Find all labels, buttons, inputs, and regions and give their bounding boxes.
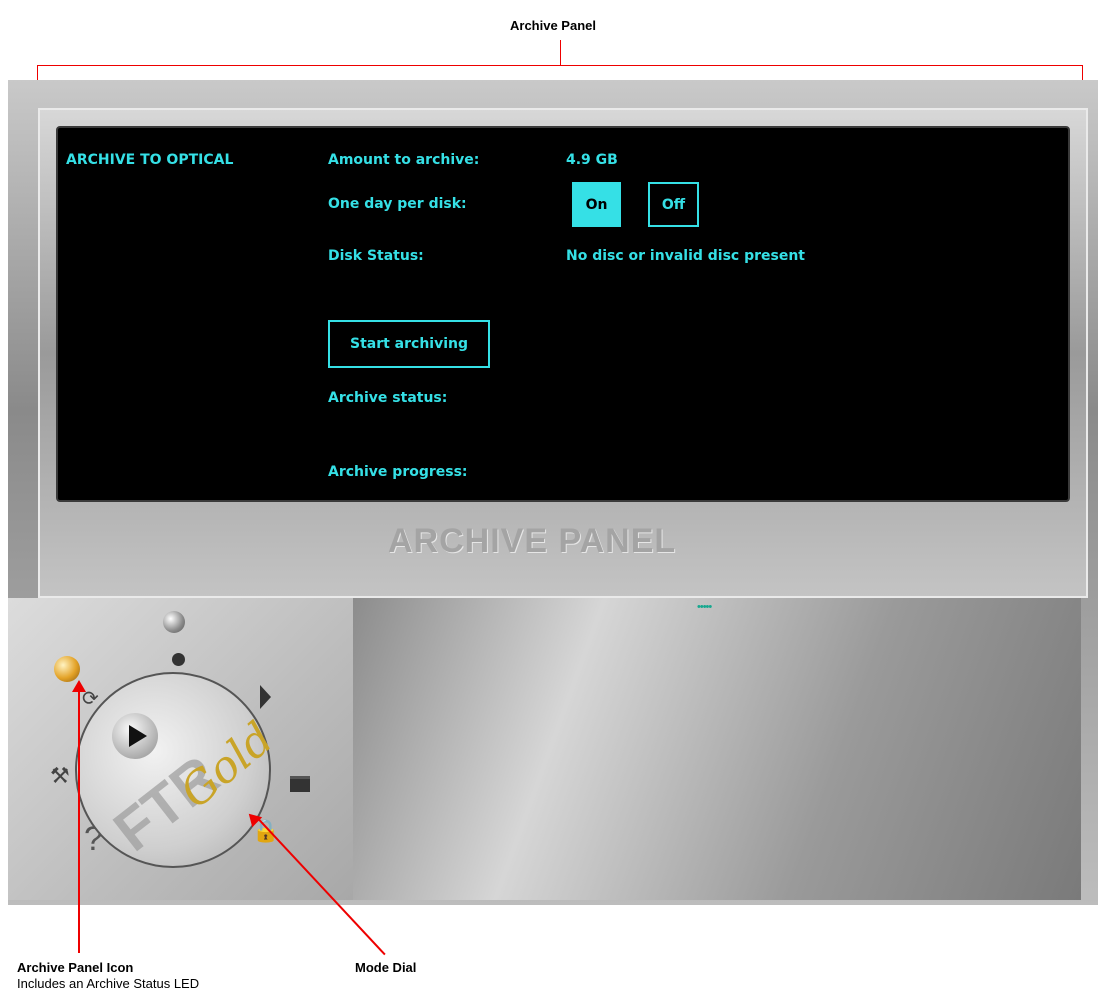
mode-dial-callout-label: Mode Dial [355,960,417,975]
status-led-gray-icon [163,611,185,633]
one-day-off-button[interactable]: Off [648,182,699,227]
amount-value: 4.9 GB [566,152,618,168]
one-day-label: One day per disk: [328,196,467,212]
archive-panel-icon-callout-label: Archive Panel Icon [17,960,134,975]
disk-status-label: Disk Status: [328,248,424,264]
archive-panel-callout-label: Archive Panel [510,18,596,33]
tools-mode-icon[interactable]: ⚒ [50,763,70,789]
record-mode-icon[interactable] [172,653,185,666]
folder-mode-icon[interactable] [290,776,310,792]
archive-icon-arrowhead [72,680,86,692]
callout-line [560,40,561,65]
disk-status-value: No disc or invalid disc present [566,248,805,264]
archive-icon-callout-line [78,688,80,953]
section-title: ARCHIVE TO OPTICAL [66,152,234,168]
callout-bracket [37,65,1083,66]
start-archiving-button[interactable]: Start archiving [328,320,490,368]
playback-mode-icon[interactable] [260,685,271,709]
info-area [353,598,1081,900]
archive-panel-icon-callout-sub: Includes an Archive Status LED [17,976,200,991]
archive-status-label: Archive status: [328,390,448,406]
one-day-on-button[interactable]: On [572,182,621,227]
archive-panel-screen: ARCHIVE TO OPTICAL Amount to archive: 4.… [56,126,1070,502]
dial-play-icon [112,713,158,759]
activity-dots-icon: ••••• [697,601,712,613]
archive-status-led-icon[interactable] [54,656,80,682]
amount-label: Amount to archive: [328,152,480,168]
panel-name-label: ARCHIVE PANEL [388,522,677,560]
archive-progress-label: Archive progress: [328,464,468,480]
